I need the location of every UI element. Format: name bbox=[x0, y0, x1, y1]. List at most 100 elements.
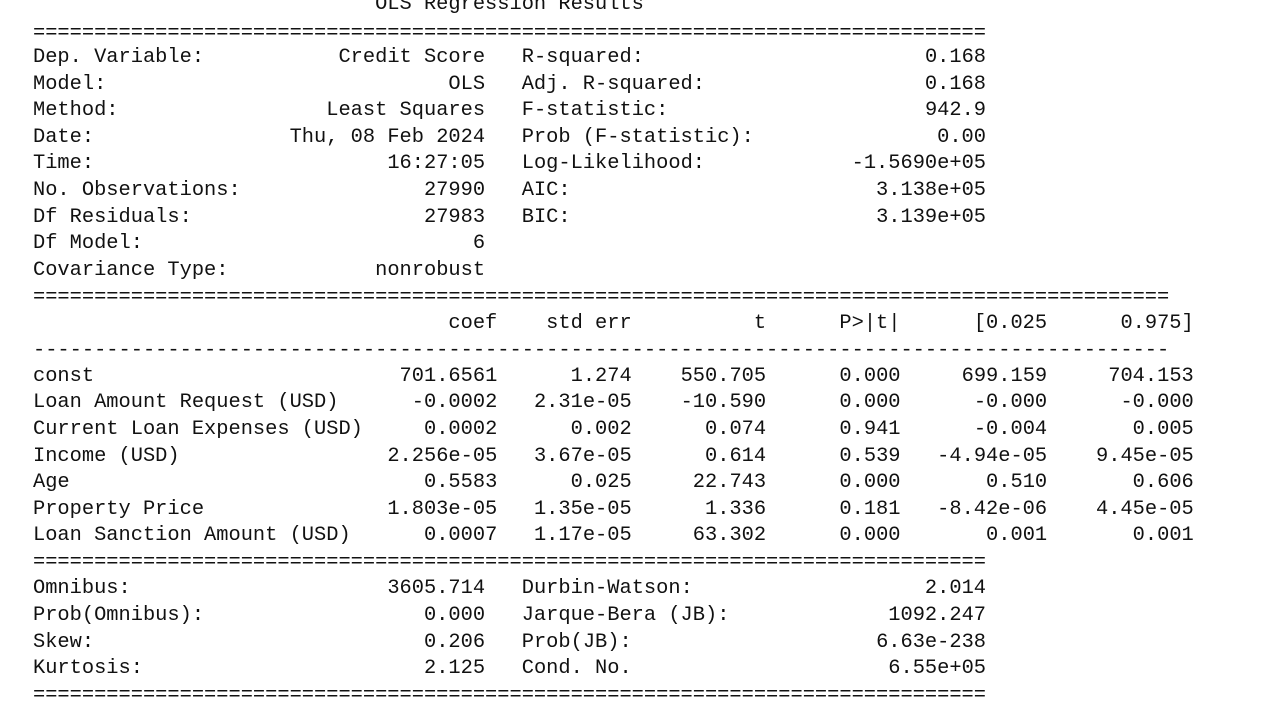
coefficient-row: Loan Amount Request (USD) -0.0002 2.31e-… bbox=[33, 390, 1194, 416]
variable-name: const bbox=[33, 365, 95, 388]
header-p-value: P>|t| bbox=[839, 312, 901, 335]
right-label: Adj. R-squared: bbox=[521, 73, 705, 96]
ci-upper: 0.001 bbox=[1132, 524, 1194, 547]
std-err: 0.002 bbox=[570, 418, 632, 441]
variable-name: Loan Amount Request (USD) bbox=[33, 391, 339, 414]
left-value: 0.206 bbox=[423, 631, 486, 654]
diagnostic-row: Skew: 0.206 Prob(JB): 6.63e-238 bbox=[33, 630, 986, 656]
ci-upper: 0.606 bbox=[1132, 471, 1194, 494]
bottom-rule: ========================================… bbox=[33, 684, 986, 707]
coef: 0.0002 bbox=[423, 418, 498, 441]
ci-upper: 9.45e-05 bbox=[1096, 445, 1194, 468]
left-value: OLS bbox=[448, 73, 486, 96]
t-stat: 22.743 bbox=[692, 471, 767, 494]
right-label: Durbin-Watson: bbox=[521, 577, 693, 600]
right-label: Cond. No. bbox=[521, 657, 632, 680]
left-label: Date: bbox=[33, 126, 95, 149]
std-err: 1.35e-05 bbox=[533, 498, 632, 521]
std-err: 0.025 bbox=[570, 471, 632, 494]
right-value: 3.139e+05 bbox=[876, 206, 987, 229]
left-value: Least Squares bbox=[326, 99, 486, 122]
wide-rule: ========================================… bbox=[33, 286, 1170, 309]
diagnostic-row: Kurtosis: 2.125 Cond. No. 6.55e+05 bbox=[33, 656, 986, 682]
std-err: 1.274 bbox=[570, 365, 632, 388]
coefficient-row: const 701.6561 1.274 550.705 0.000 699.1… bbox=[33, 364, 1194, 390]
ci-upper: -0.000 bbox=[1120, 391, 1194, 414]
right-value: 0.168 bbox=[924, 46, 987, 69]
ci-upper: 704.153 bbox=[1108, 365, 1194, 388]
coef: -0.0002 bbox=[411, 391, 498, 414]
info-row: Df Model: 6 bbox=[33, 231, 522, 257]
ci-lower: 0.510 bbox=[986, 471, 1048, 494]
ci-upper: 4.45e-05 bbox=[1096, 498, 1194, 521]
info-row: Dep. Variable: Credit Score R-squared: 0… bbox=[33, 45, 986, 71]
left-label: Method: bbox=[33, 99, 119, 122]
right-label: R-squared: bbox=[521, 46, 644, 69]
variable-name: Current Loan Expenses (USD) bbox=[33, 418, 363, 441]
right-value: 3.138e+05 bbox=[876, 179, 987, 202]
header-std-err: std err bbox=[546, 312, 632, 335]
left-label: Df Model: bbox=[33, 232, 143, 255]
diagnostic-row: Prob(Omnibus): 0.000 Jarque-Bera (JB): 1… bbox=[33, 603, 986, 629]
variable-name: Age bbox=[33, 471, 70, 494]
left-value: 6 bbox=[472, 232, 486, 255]
ci-lower: 0.001 bbox=[986, 524, 1048, 547]
info-row: Model: OLS Adj. R-squared: 0.168 bbox=[33, 72, 986, 98]
left-label: Covariance Type: bbox=[33, 259, 229, 282]
right-label: Jarque-Bera (JB): bbox=[521, 604, 730, 627]
left-label: Kurtosis: bbox=[33, 657, 143, 680]
left-value: 3605.714 bbox=[387, 577, 486, 600]
std-err: 2.31e-05 bbox=[533, 391, 632, 414]
right-value: 6.63e-238 bbox=[876, 631, 987, 654]
left-label: Time: bbox=[33, 152, 95, 175]
std-err: 1.17e-05 bbox=[533, 524, 632, 547]
t-stat: -10.590 bbox=[680, 391, 767, 414]
left-label: Prob(Omnibus): bbox=[33, 604, 205, 627]
right-value: 0.168 bbox=[924, 73, 986, 96]
ci-upper: 0.005 bbox=[1132, 418, 1194, 441]
variable-name: Loan Sanction Amount (USD) bbox=[33, 524, 351, 547]
info-row: Df Residuals: 27983 BIC: 3.139e+05 bbox=[33, 205, 986, 231]
p-value: 0.539 bbox=[839, 445, 901, 468]
right-label: Log-Likelihood: bbox=[521, 152, 705, 175]
coefficient-row: Property Price 1.803e-05 1.35e-05 1.336 … bbox=[33, 497, 1194, 523]
left-label: Df Residuals: bbox=[33, 206, 192, 229]
coef: 0.5583 bbox=[423, 471, 498, 494]
coefficient-header: coef std err t P>|t| [0.025 0.975] bbox=[33, 311, 1194, 337]
variable-name: Property Price bbox=[33, 498, 205, 521]
left-label: Model: bbox=[33, 73, 107, 96]
left-label: Dep. Variable: bbox=[33, 46, 205, 69]
dash-rule: ----------------------------------------… bbox=[33, 339, 1170, 362]
info-row: Covariance Type: nonrobust bbox=[33, 258, 522, 284]
ci-lower: 699.159 bbox=[961, 365, 1048, 388]
ci-lower: -0.000 bbox=[973, 391, 1048, 414]
p-value: 0.000 bbox=[839, 524, 901, 547]
info-row: Date: Thu, 08 Feb 2024 Prob (F-statistic… bbox=[33, 125, 986, 151]
left-value: 0.000 bbox=[423, 604, 486, 627]
left-value: 27983 bbox=[423, 206, 486, 229]
right-label: Prob(JB): bbox=[521, 631, 632, 654]
coefficient-row: Loan Sanction Amount (USD) 0.0007 1.17e-… bbox=[33, 523, 1194, 549]
t-stat: 550.705 bbox=[680, 365, 767, 388]
info-row: Method: Least Squares F-statistic: 942.9 bbox=[33, 98, 986, 124]
ci-lower: -0.004 bbox=[973, 418, 1048, 441]
t-stat: 63.302 bbox=[692, 524, 767, 547]
header-ci-upper: 0.975] bbox=[1120, 312, 1194, 335]
coefficient-row: Current Loan Expenses (USD) 0.0002 0.002… bbox=[33, 417, 1194, 443]
coefficient-row: Income (USD) 2.256e-05 3.67e-05 0.614 0.… bbox=[33, 444, 1194, 470]
right-label: Prob (F-statistic): bbox=[521, 126, 754, 149]
p-value: 0.000 bbox=[839, 471, 901, 494]
std-err: 3.67e-05 bbox=[533, 445, 632, 468]
header-t-stat: t bbox=[753, 312, 767, 335]
right-value: 1092.247 bbox=[888, 604, 987, 627]
coef: 701.6561 bbox=[399, 365, 498, 388]
mid-rule: ========================================… bbox=[33, 551, 986, 574]
coef: 1.803e-05 bbox=[387, 498, 498, 521]
summary-title-line: OLS Regression Results bbox=[33, 0, 644, 18]
ci-lower: -8.42e-06 bbox=[937, 498, 1048, 521]
info-row: No. Observations: 27990 AIC: 3.138e+05 bbox=[33, 178, 986, 204]
t-stat: 0.614 bbox=[705, 445, 767, 468]
left-value: Thu, 08 Feb 2024 bbox=[289, 126, 486, 149]
header-coef: coef bbox=[448, 312, 498, 335]
variable-name: Income (USD) bbox=[33, 445, 180, 468]
